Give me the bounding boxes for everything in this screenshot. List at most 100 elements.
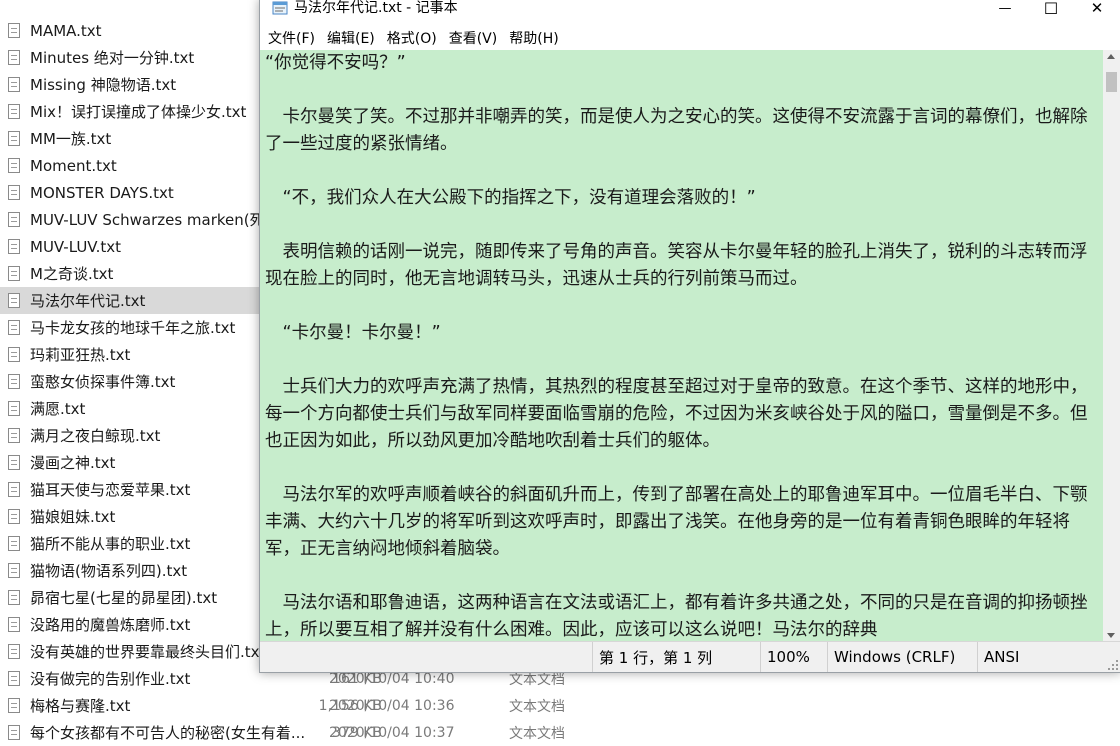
text-file-icon <box>8 158 20 173</box>
close-button[interactable]: ✕ <box>1074 0 1120 17</box>
file-row[interactable]: MM一族.txt <box>0 125 260 152</box>
file-name: MM一族.txt <box>30 130 112 148</box>
file-name: 蛮憨女侦探事件簿.txt <box>30 373 176 391</box>
file-name: MUV-LUV Schwarzes marken(死 <box>30 211 265 229</box>
file-name: MONSTER DAYS.txt <box>30 183 174 202</box>
file-row[interactable]: 每个女孩都有不可告人的秘密(女生有着... 2020/10/04 10:37 文本文… <box>0 719 760 746</box>
file-row[interactable]: Minutes 绝对一分钟.txt <box>0 44 260 71</box>
text-file-icon <box>8 185 20 200</box>
text-file-icon <box>8 347 20 362</box>
file-row[interactable]: M之奇谈.txt <box>0 260 260 287</box>
text-file-icon <box>8 239 20 254</box>
resize-grip-icon[interactable] <box>1108 660 1118 670</box>
file-name: 没有做完的告别作业.txt <box>30 670 191 688</box>
file-size: 1,156 KB <box>318 697 382 714</box>
file-row[interactable]: 漫画之神.txt <box>0 449 260 476</box>
file-name: Moment.txt <box>30 156 117 175</box>
file-row[interactable]: MUV-LUV.txt <box>0 233 260 260</box>
close-icon: ✕ <box>1090 0 1104 17</box>
status-zoom-text: 100% <box>767 648 810 666</box>
text-file-icon <box>8 50 20 65</box>
menu-edit[interactable]: 编辑(E) <box>327 28 375 48</box>
file-name: MAMA.txt <box>30 21 102 40</box>
minimize-icon: — <box>998 0 1012 16</box>
file-row[interactable]: 猫物语(物语系列四).txt <box>0 557 260 584</box>
text-file-icon <box>8 482 20 497</box>
text-file-icon <box>8 698 20 713</box>
text-file-icon <box>8 212 20 227</box>
file-name: 漫画之神.txt <box>30 454 116 472</box>
file-name: 玛莉亚狂热.txt <box>30 346 131 364</box>
status-position-text: 第 1 行，第 1 列 <box>599 648 713 667</box>
file-row[interactable]: 马卡龙女孩的地球千年之旅.txt <box>0 314 260 341</box>
status-encoding-text: ANSI <box>984 648 1020 666</box>
file-row[interactable]: 没有英雄的世界要靠最终头目们.tx <box>0 638 260 665</box>
file-name: 每个女孩都有不可告人的秘密(女生有着... <box>30 724 306 742</box>
text-file-icon <box>8 428 20 443</box>
window-title: 马法尔年代记.txt - 记事本 <box>294 0 458 16</box>
file-size: 379 KB <box>332 724 382 741</box>
notepad-icon <box>272 1 288 15</box>
text-file-icon <box>8 590 20 605</box>
file-name: 猫所不能从事的职业.txt <box>30 535 191 553</box>
file-name: M之奇谈.txt <box>30 265 114 283</box>
status-zoom: 100% <box>760 642 827 672</box>
menu-view[interactable]: 查看(V) <box>449 28 498 48</box>
file-name: 没有英雄的世界要靠最终头目们.tx <box>30 643 260 661</box>
title-bar[interactable]: 马法尔年代记.txt - 记事本 — ☐ ✕ <box>260 0 1120 22</box>
minimize-button[interactable]: — <box>982 0 1028 16</box>
scroll-up-icon[interactable] <box>1107 54 1115 59</box>
status-cursor-position: 第 1 行，第 1 列 <box>592 642 760 672</box>
text-file-icon <box>8 23 20 38</box>
text-file-icon <box>8 374 20 389</box>
file-type: 文本文档 <box>509 698 565 715</box>
file-row[interactable]: 蛮憨女侦探事件簿.txt <box>0 368 260 395</box>
file-row[interactable]: Mix！误打误撞成了体操少女.txt <box>0 98 260 125</box>
file-row[interactable]: 昴宿七星(七星的昴星团).txt <box>0 584 260 611</box>
maximize-button[interactable]: ☐ <box>1028 0 1074 18</box>
file-name: MUV-LUV.txt <box>30 237 122 256</box>
status-line-ending-text: Windows (CRLF) <box>834 648 956 666</box>
file-name: 猫耳天使与恋爱苹果.txt <box>30 481 191 499</box>
text-file-icon <box>8 725 20 740</box>
text-file-icon <box>8 455 20 470</box>
text-file-icon <box>8 293 20 308</box>
file-row[interactable]: 梅格与赛隆.txt 2020/10/04 10:36 文本文档 1,156 KB <box>0 692 760 719</box>
file-row[interactable]: 猫所不能从事的职业.txt <box>0 530 260 557</box>
text-editor[interactable]: “你觉得不安吗？” 卡尔曼笑了笑。不过那并非嘲弄的笑，而是使人为之安心的笑。这使… <box>260 50 1103 642</box>
file-row[interactable]: 没路用的魔兽炼磨师.txt <box>0 611 260 638</box>
menu-format[interactable]: 格式(O) <box>387 28 437 48</box>
file-name: 梅格与赛隆.txt <box>30 697 131 715</box>
menu-help[interactable]: 帮助(H) <box>509 28 558 48</box>
file-row[interactable]: MAMA.txt <box>0 17 260 44</box>
file-row[interactable]: MUV-LUV Schwarzes marken(死 <box>0 206 265 233</box>
text-file-icon <box>8 509 20 524</box>
file-row[interactable]: 马法尔年代记.txt <box>0 287 260 314</box>
file-row[interactable]: 满愿.txt <box>0 395 260 422</box>
file-row[interactable]: Missing 神隐物语.txt <box>0 71 260 98</box>
editor-content[interactable]: “你觉得不安吗？” 卡尔曼笑了笑。不过那并非嘲弄的笑，而是使人为之安心的笑。这使… <box>260 50 1103 642</box>
menu-file[interactable]: 文件(F) <box>268 28 315 48</box>
file-name: Minutes 绝对一分钟.txt <box>30 49 195 67</box>
text-file-icon <box>8 77 20 92</box>
file-name: Missing 神隐物语.txt <box>30 76 177 94</box>
text-file-icon <box>8 617 20 632</box>
text-file-icon <box>8 536 20 551</box>
file-row[interactable]: 玛莉亚狂热.txt <box>0 341 260 368</box>
vertical-scrollbar[interactable] <box>1103 50 1120 642</box>
scroll-thumb[interactable] <box>1106 72 1117 92</box>
file-row[interactable]: 满月之夜白鲸现.txt <box>0 422 260 449</box>
scroll-down-icon[interactable] <box>1107 633 1115 638</box>
text-file-icon <box>8 320 20 335</box>
file-name: 满愿.txt <box>30 400 86 418</box>
text-file-icon <box>8 401 20 416</box>
file-row[interactable]: MONSTER DAYS.txt <box>0 179 260 206</box>
file-row[interactable]: 猫耳天使与恋爱苹果.txt <box>0 476 260 503</box>
file-row[interactable]: 猫娘姐妹.txt <box>0 503 260 530</box>
text-file-icon <box>8 563 20 578</box>
text-file-icon <box>8 104 20 119</box>
file-name: 猫物语(物语系列四).txt <box>30 562 188 580</box>
file-name: 没路用的魔兽炼磨师.txt <box>30 616 191 634</box>
status-line-ending: Windows (CRLF) <box>827 642 977 672</box>
file-row[interactable]: Moment.txt <box>0 152 260 179</box>
